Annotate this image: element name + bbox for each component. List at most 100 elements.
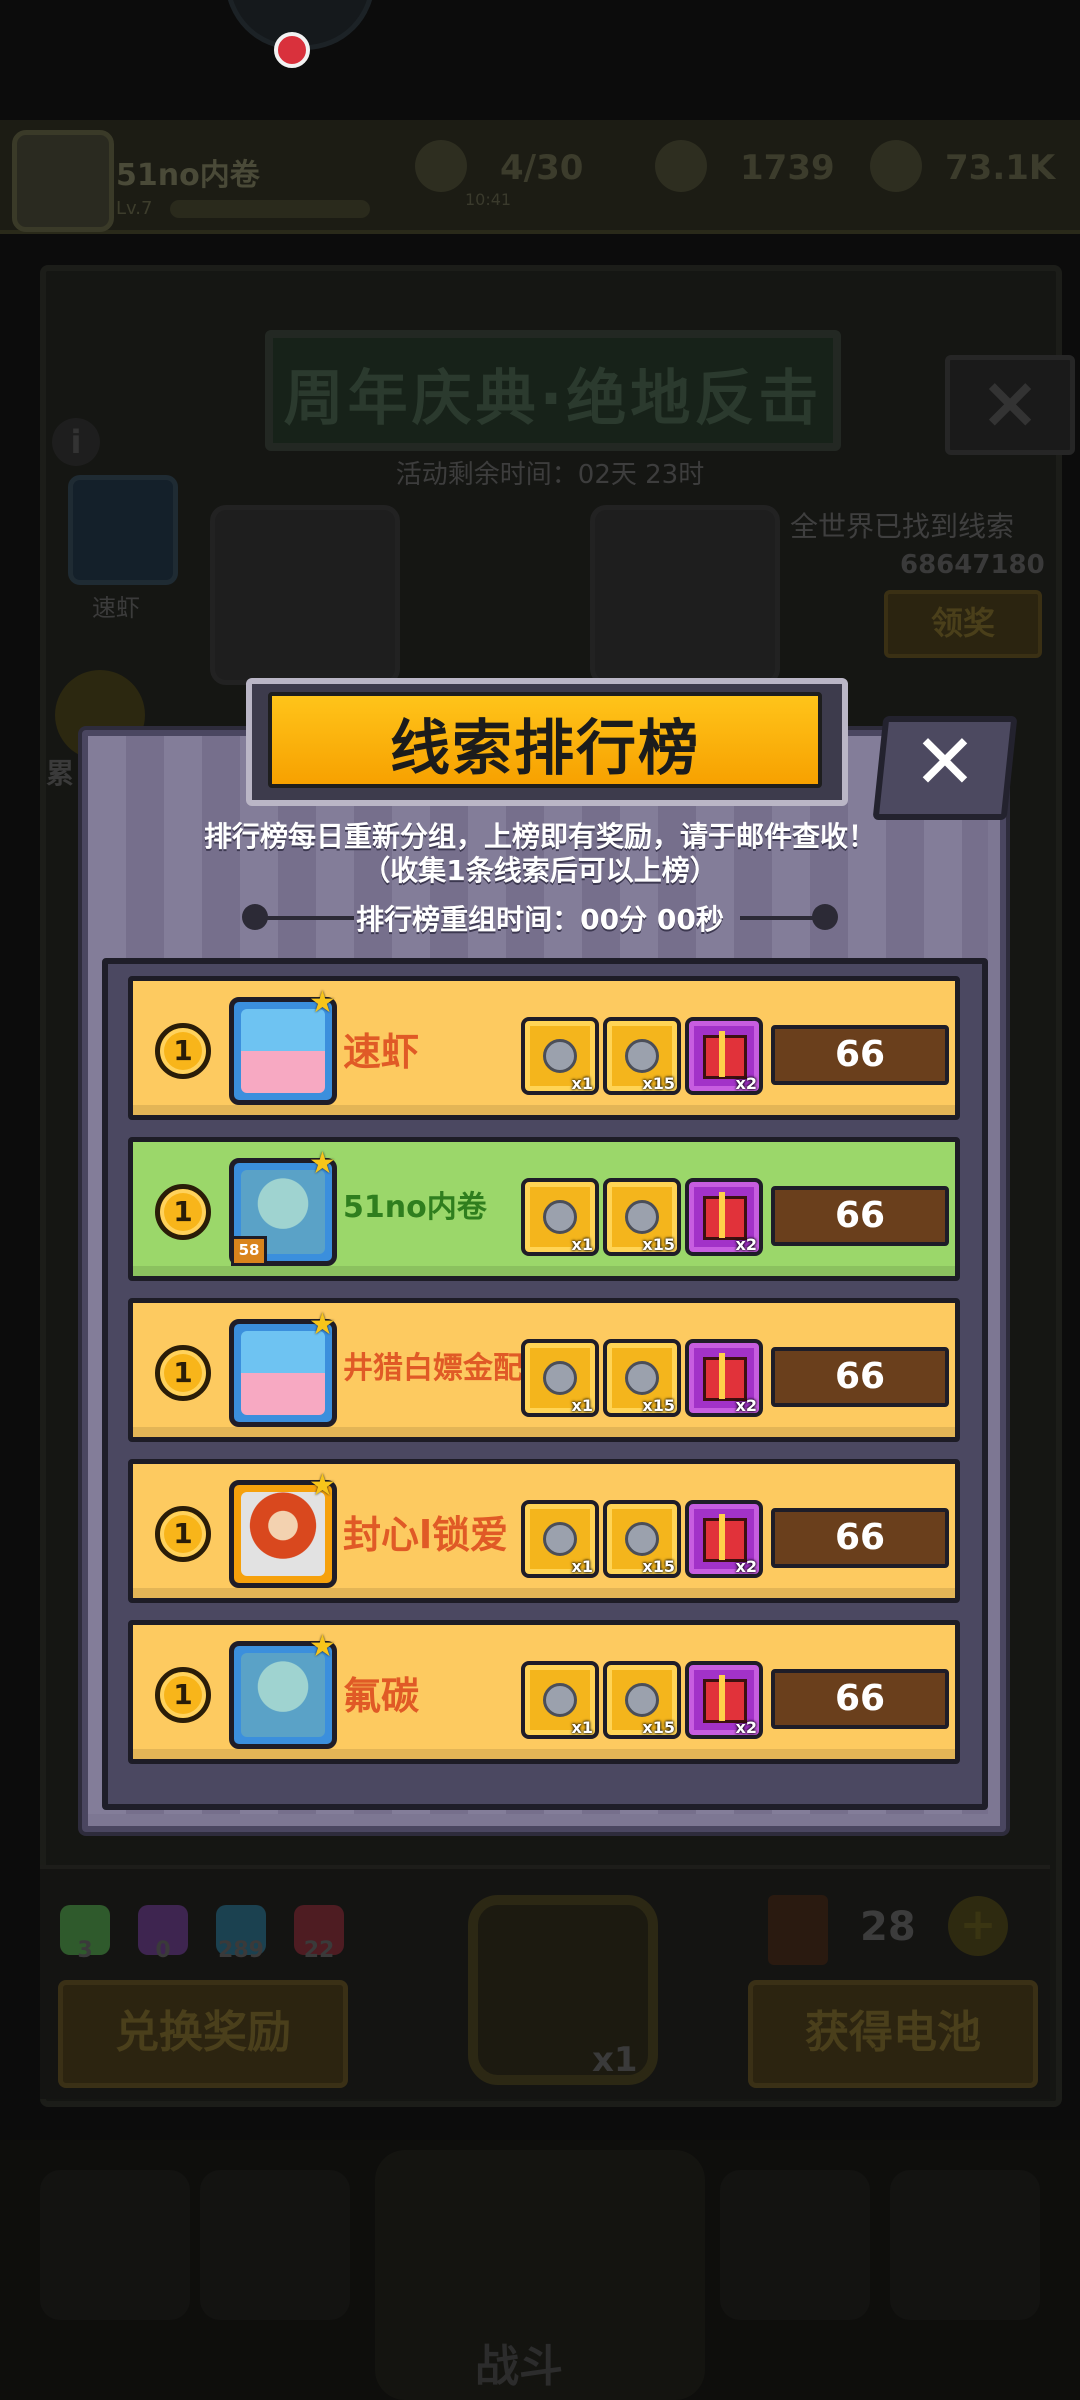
reward-count: x15 (642, 1718, 675, 1737)
gift-box-icon[interactable]: x2 (685, 1500, 763, 1578)
clue-score: 66 (771, 1669, 949, 1729)
reward-count: x1 (571, 1235, 593, 1254)
red-gem-count: 22 (303, 1938, 335, 1963)
row-shade (133, 1588, 955, 1598)
close-icon[interactable]: ✕ (900, 712, 990, 812)
found-count: 68647180 (900, 550, 1045, 580)
avatar-image (241, 1492, 325, 1576)
star-icon: ★ (309, 1468, 336, 1503)
reward-count: x2 (735, 1235, 757, 1254)
gift-body (703, 1679, 747, 1723)
row-shade (133, 1749, 955, 1759)
energy-timer: 10:41 (465, 190, 512, 209)
player-name: 速虾 (343, 1030, 420, 1074)
player-name: 井猎白嫖金配 (343, 1351, 523, 1386)
reward-count: x1 (571, 1718, 593, 1737)
treasure-chest-icon[interactable]: x15 (603, 1017, 681, 1095)
gift-box-icon[interactable]: x2 (685, 1017, 763, 1095)
reward-count: x1 (571, 1074, 593, 1093)
player-name: 51no内卷 (116, 158, 260, 193)
treasure-chest-icon[interactable]: x1 (521, 1339, 599, 1417)
exp-bar (170, 200, 370, 218)
rank-badge: 1 (155, 1184, 211, 1240)
clue-score: 66 (771, 1347, 949, 1407)
chest-emblem (625, 1361, 659, 1395)
avatar-image (241, 1009, 325, 1093)
leaderboard-row[interactable]: 1 ★ 封心l锁爱 x1 x15 x2 66 (128, 1459, 960, 1603)
gift-box-icon[interactable]: x2 (685, 1661, 763, 1739)
nav-tab-1[interactable] (40, 2170, 190, 2320)
chest-emblem (543, 1039, 577, 1073)
star-icon: ★ (309, 1307, 336, 1342)
purple-gem-count: 0 (155, 1938, 171, 1963)
treasure-chest-icon[interactable]: x15 (603, 1500, 681, 1578)
exchange-reward-button[interactable]: 兑换奖励 (58, 1980, 348, 2088)
avatar-image (241, 1331, 325, 1415)
character-scientist (590, 505, 780, 685)
event-timer: 活动剩余时间：02天 23时 (395, 460, 705, 490)
chest-emblem (625, 1200, 659, 1234)
gift-box-icon[interactable]: x2 (685, 1178, 763, 1256)
info-icon[interactable]: i (52, 418, 100, 466)
player-name: 封心l锁爱 (343, 1513, 509, 1557)
add-battery-button[interactable]: + (948, 1896, 1008, 1956)
chest-emblem (625, 1039, 659, 1073)
leaderboard-row[interactable]: 1 ★ 速虾 x1 x15 x2 66 (128, 976, 960, 1120)
rank-badge: 1 (155, 1667, 211, 1723)
claim-button[interactable]: 领奖 (884, 590, 1042, 658)
row-shade (133, 1105, 955, 1115)
chest-emblem (543, 1522, 577, 1556)
leaderboard-row[interactable]: 1 ★ 58 51no内卷 x1 x15 x2 66 (128, 1137, 960, 1281)
rank-badge: 1 (155, 1023, 211, 1079)
energy-value: 4/30 (500, 148, 584, 188)
reward-count: x15 (642, 1557, 675, 1576)
reward-count: x2 (735, 1074, 757, 1093)
treasure-chest-icon[interactable]: x15 (603, 1178, 681, 1256)
nav-tab-2[interactable] (200, 2170, 350, 2320)
event-close-button[interactable]: × (945, 355, 1075, 455)
gift-ribbon (719, 1031, 725, 1077)
gift-ribbon (719, 1353, 725, 1399)
top-player-avatar (68, 475, 178, 585)
gift-ribbon (719, 1192, 725, 1238)
reward-count: x15 (642, 1074, 675, 1093)
notification-dot (274, 32, 310, 68)
character-detective (210, 505, 400, 685)
player-avatar (12, 130, 114, 232)
chest-emblem (625, 1522, 659, 1556)
nav-tab-5[interactable] (890, 2170, 1040, 2320)
treasure-chest-icon[interactable]: x1 (521, 1178, 599, 1256)
reward-count: x2 (735, 1396, 757, 1415)
treasure-chest-icon[interactable]: x15 (603, 1661, 681, 1739)
description-line-2: （收集1条线索后可以上榜） (362, 854, 718, 887)
nav-tab-4[interactable] (720, 2170, 870, 2320)
leaderboard-row[interactable]: 1 ★ 氟碳 x1 x15 x2 66 (128, 1620, 960, 1764)
chest-emblem (543, 1200, 577, 1234)
row-shade (133, 1427, 955, 1437)
event-title: 周年庆典·绝地反击 (283, 364, 823, 434)
level-tag: 58 (231, 1236, 267, 1266)
battery-count: 28 (860, 1904, 916, 1950)
treasure-chest-icon[interactable]: x1 (521, 1017, 599, 1095)
energy-icon (415, 140, 467, 192)
leaderboard-row[interactable]: 1 ★ 井猎白嫖金配 x1 x15 x2 66 (128, 1298, 960, 1442)
coin-icon (655, 140, 707, 192)
get-battery-button[interactable]: 获得电池 (748, 1980, 1038, 2088)
rank-badge: 1 (155, 1345, 211, 1401)
star-icon: ★ (309, 1146, 336, 1181)
blue-gem-count: 289 (218, 1938, 264, 1963)
treasure-chest-icon[interactable]: x15 (603, 1339, 681, 1417)
green-gem-count: 3 (77, 1938, 93, 1963)
gift-body (703, 1518, 747, 1562)
star-icon: ★ (309, 985, 336, 1020)
top-player-name: 速虾 (92, 594, 140, 622)
bg-side-label: 累 (46, 757, 75, 790)
gift-ribbon (719, 1514, 725, 1560)
reward-count: x2 (735, 1718, 757, 1737)
treasure-chest-icon[interactable]: x1 (521, 1500, 599, 1578)
reward-count: x15 (642, 1396, 675, 1415)
clue-score: 66 (771, 1508, 949, 1568)
chest-emblem (543, 1683, 577, 1717)
treasure-chest-icon[interactable]: x1 (521, 1661, 599, 1739)
gift-box-icon[interactable]: x2 (685, 1339, 763, 1417)
